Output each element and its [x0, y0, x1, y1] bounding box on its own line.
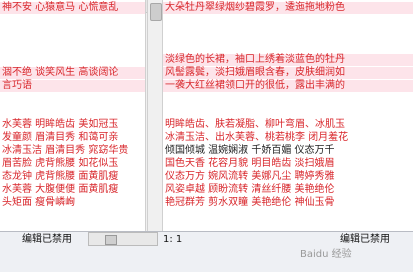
- text-line: 头矩面 瘦骨嶙峋: [2, 197, 76, 208]
- text-line: 水芙蓉 明眸皓齿 美如冠玉: [2, 119, 119, 130]
- text-line: 倾国倾城 温婉娴淑 千娇百媚 仪态万千: [165, 145, 335, 156]
- right-edit-status: 编辑已禁用: [340, 234, 390, 245]
- right-vertical-scrollbar[interactable]: [147, 0, 163, 231]
- text-line: 大朵牡丹翠绿烟纱碧霞罗，逶迤拖地粉色: [163, 2, 413, 14]
- left-edit-status: 编辑已禁用: [22, 234, 72, 245]
- horizontal-scroll-thumb[interactable]: [105, 235, 117, 245]
- text-line: 仪态万方 婉风流转 美娜凡尘 聘婷秀雅: [165, 171, 335, 182]
- horizontal-scrollbar[interactable]: [88, 232, 158, 246]
- text-line: 态龙钟 虎背熊腰 面黄肌瘦: [2, 171, 119, 182]
- text-line: 言巧语: [0, 80, 145, 92]
- text-line: 一袭大红丝裙领口开的很低，露出丰满的: [163, 80, 413, 92]
- text-line: 淡绿色的长裙，袖口上绣着淡蓝色的牡丹: [163, 54, 413, 66]
- status-bar: 编辑已禁用 1: 1 编辑已禁用 Baidu 经验: [0, 231, 413, 272]
- text-line: 国色天香 花容月貌 明目皓齿 淡扫娥眉: [165, 158, 335, 169]
- text-line: 神不安 心猿意马 心慌意乱: [0, 2, 145, 14]
- text-line: 眉苦脸 虎背熊腰 如花似玉: [2, 158, 119, 169]
- text-line: 冰清玉洁、出水芙蓉、桃若桃李 闭月羞花: [165, 132, 349, 143]
- text-line: 风姿卓越 顾盼流转 清丝纤腰 美艳绝伦: [165, 184, 335, 195]
- text-line: 冰清玉洁 眉清目秀 窕窈华贵: [2, 145, 129, 156]
- text-line: 发童颜 眉清目秀 和蔼可亲: [2, 132, 119, 143]
- cursor-position: 1: 1: [163, 234, 183, 245]
- text-line: 艳冠群芳 剪水双瞳 美艳绝伦 神仙玉骨: [165, 197, 335, 208]
- text-line: 水芙蓉 大腹便便 面黄肌瘦: [2, 184, 119, 195]
- watermark: Baidu 经验: [300, 249, 352, 260]
- right-editor-pane[interactable]: 大朵牡丹翠绿烟纱碧霞罗，逶迤拖地粉色 淡绿色的长裙，袖口上绣着淡蓝色的牡丹 风髻露鬓…: [163, 0, 413, 231]
- text-line: 明眸皓齿、肤若凝脂、柳叶弯眉、冰肌玉: [165, 119, 345, 130]
- right-scroll-thumb[interactable]: [150, 3, 162, 21]
- text-line: 涸不绝 谈笑风生 高谈阔论: [0, 67, 145, 79]
- left-editor-pane[interactable]: 神不安 心猿意马 心慌意乱 涸不绝 谈笑风生 高谈阔论 言巧语水芙蓉 明眸皓齿 美如…: [0, 0, 145, 231]
- text-line: 风髻露鬓，淡扫娥眉眼含春，皮肤细润如: [163, 67, 413, 79]
